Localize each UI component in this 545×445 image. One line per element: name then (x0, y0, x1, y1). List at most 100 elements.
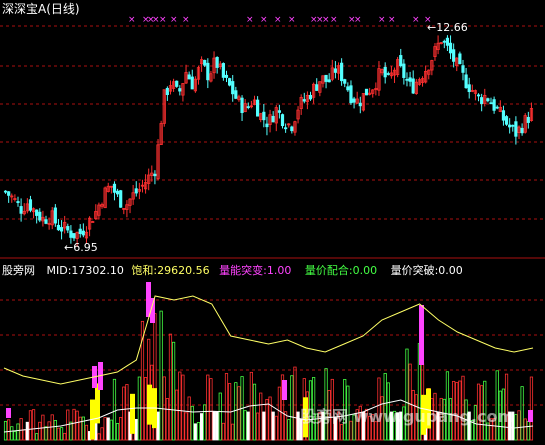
volume-bar (196, 422, 201, 441)
candle-body (327, 79, 331, 83)
volume-bar (274, 415, 278, 441)
volume-bar (16, 423, 20, 441)
volume-bar (246, 411, 250, 441)
volume-highlight-magenta (419, 305, 424, 365)
candle-body (504, 116, 509, 125)
volume-bar (78, 416, 82, 441)
candle-body (175, 80, 179, 87)
volume-bar (125, 384, 129, 441)
candle-body (134, 188, 138, 194)
candle-body (349, 85, 353, 104)
volume-bar (53, 420, 57, 441)
volume-bar (19, 418, 23, 441)
stock-name: 深深宝A (2, 2, 47, 16)
candle-body (399, 55, 403, 67)
signal-marker: × (330, 15, 338, 25)
volume-bar (100, 427, 104, 441)
volume-bar (206, 374, 210, 441)
volume-bar (212, 411, 216, 441)
candle-body (489, 102, 493, 105)
volume-highlight-yellow (147, 384, 152, 425)
candle-body (346, 86, 350, 91)
candle-body (66, 226, 70, 231)
candle-body (452, 49, 456, 62)
candle-body (480, 97, 484, 104)
volume-bar (171, 341, 176, 441)
candle-body (467, 84, 471, 93)
candle-body (190, 76, 194, 90)
candle-body (69, 230, 73, 238)
volume-bar (13, 431, 17, 441)
volume-highlight-magenta (6, 408, 11, 418)
volume-bar (199, 413, 204, 441)
volume-bar (526, 420, 530, 441)
volume-bar (262, 411, 266, 441)
candle-body (492, 99, 496, 111)
volume-bar (35, 433, 39, 441)
candle-body (315, 84, 319, 91)
volume-bar (44, 426, 48, 441)
volume-bar (156, 411, 160, 441)
candle-body (343, 79, 347, 84)
volume-bar (28, 410, 33, 441)
volume-bar (7, 419, 11, 441)
breakout-label: 量能突变: (219, 264, 267, 277)
candle-body (44, 219, 48, 224)
candle-body (408, 77, 412, 82)
match-label: 量价配合: (304, 264, 353, 277)
candle-body (240, 97, 244, 114)
signal-marker: × (388, 15, 396, 25)
volume-bar (218, 392, 222, 441)
candle-body (324, 74, 328, 82)
mid-value: 17302.10 (71, 264, 124, 277)
candle-body (231, 81, 235, 95)
volume-bar (143, 376, 148, 441)
volume-bar (215, 411, 219, 441)
candle-body (508, 124, 512, 128)
candle-body (228, 78, 232, 86)
candle-body (38, 211, 42, 221)
stock-chart: × ××× × × × × × × × ××× × ×× × × × × (0, 15, 545, 441)
volume-bar (115, 423, 120, 441)
candle-body (358, 102, 362, 107)
candle-body (203, 59, 207, 66)
candle-body (302, 99, 306, 102)
panel-label: 股旁网 (2, 264, 35, 277)
candle-body (495, 106, 499, 109)
candle-body (81, 230, 85, 236)
candle-body (28, 199, 33, 211)
volume-bar (109, 419, 113, 441)
candle-body (165, 87, 169, 95)
candle-body (445, 37, 450, 46)
volume-bar (268, 396, 272, 441)
candle-body (364, 88, 369, 96)
volume-bar (293, 366, 297, 441)
low-arrow: ← (64, 241, 74, 254)
volume-bar (10, 426, 14, 441)
volume-bar (187, 396, 191, 441)
volume-bar (69, 421, 73, 441)
volume-bar (25, 421, 29, 441)
volume-bar (259, 392, 263, 441)
watermark: 股旁网 www.gupang.com (300, 407, 515, 426)
candle-body (19, 206, 23, 214)
volume-bar (84, 424, 89, 441)
candle-body (246, 106, 250, 109)
candle-body (265, 123, 269, 128)
volume-bar (287, 419, 291, 441)
candle-body (333, 68, 338, 73)
saturation-line (3, 295, 534, 385)
volume-bar (405, 348, 409, 441)
candle-body (511, 124, 515, 127)
candle-body (458, 53, 462, 65)
candle-body (411, 78, 415, 94)
candle-body (78, 228, 82, 235)
volume-highlight-magenta (282, 380, 287, 400)
signal-marker: × (378, 15, 386, 25)
sat-value: 29620.56 (157, 264, 210, 277)
candle-body (206, 62, 210, 81)
volume-bar (203, 404, 207, 441)
candle-body (115, 190, 120, 195)
signal-marker: × (288, 15, 296, 25)
volume-bar (520, 386, 524, 441)
